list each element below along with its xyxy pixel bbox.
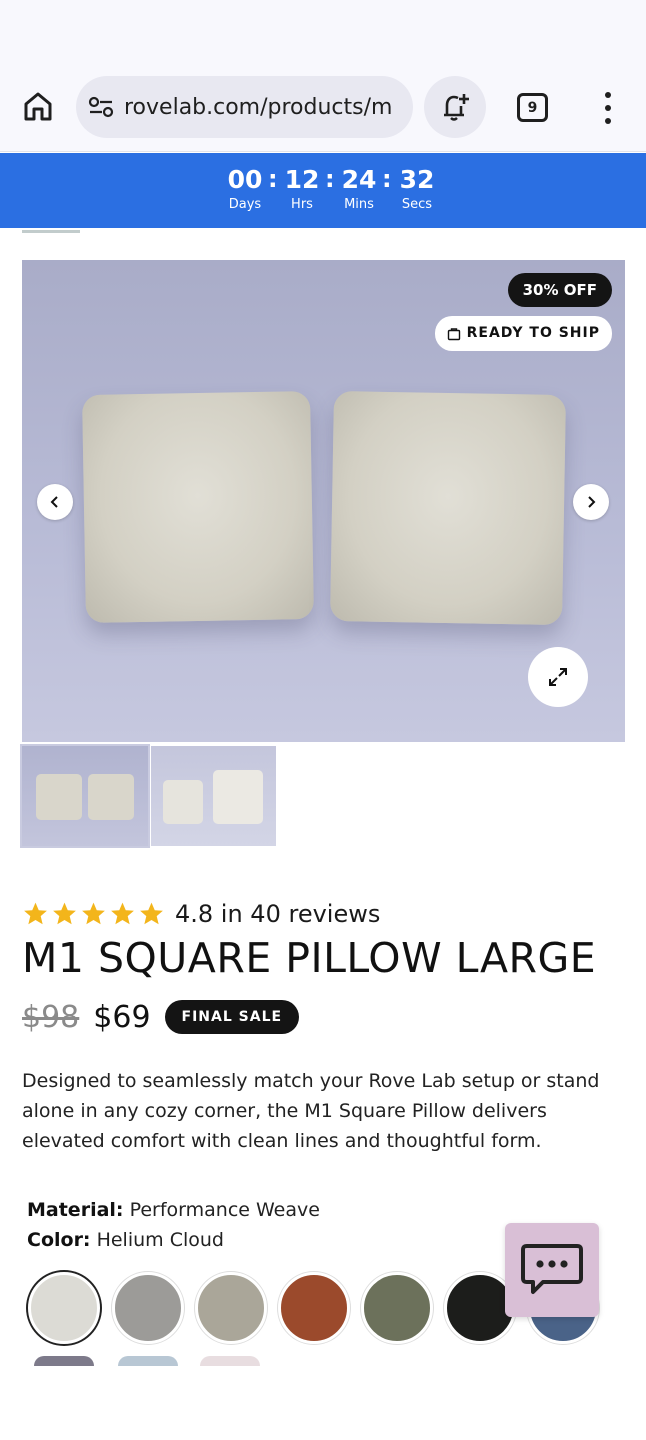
status-bar — [0, 0, 646, 60]
sale-price: $69 — [93, 999, 151, 1035]
browser-toolbar: rovelab.com/products/m 9 — [0, 60, 646, 152]
color-value: Helium Cloud — [96, 1229, 224, 1251]
product-main-image[interactable]: 30% OFF READY TO SHIP — [22, 260, 625, 742]
more-vert-icon[interactable] — [598, 92, 618, 124]
url-text[interactable]: rovelab.com/products/m — [124, 95, 392, 120]
expand-image-button[interactable] — [528, 647, 588, 707]
home-icon — [24, 92, 52, 121]
discount-badge: 30% OFF — [507, 273, 612, 307]
countdown-banner: 00 Days : 12 Hrs : 24 Mins : 32 Secs — [0, 153, 646, 228]
star-icon — [82, 902, 105, 925]
thumbnail-2[interactable] — [151, 746, 276, 846]
swatch-3[interactable] — [195, 1272, 267, 1344]
previous-image-button[interactable] — [37, 484, 73, 520]
countdown-hours: 12 Hrs — [284, 165, 320, 212]
star-icon — [53, 902, 76, 925]
material-row: Material: Performance Weave — [27, 1196, 320, 1224]
breadcrumb[interactable] — [22, 230, 80, 233]
final-sale-badge: FINAL SALE — [164, 1000, 300, 1034]
chevron-right-icon — [588, 496, 596, 508]
product-description: Designed to seamlessly match your Rove L… — [22, 1070, 600, 1152]
star-rating — [22, 901, 165, 927]
rating-summary[interactable]: 4.8 in 40 reviews — [22, 898, 380, 930]
star-icon — [111, 902, 134, 925]
tab-count: 9 — [527, 99, 538, 116]
swatch-8[interactable] — [34, 1356, 94, 1366]
ready-to-ship-badge: READY TO SHIP — [434, 316, 612, 351]
next-image-button[interactable] — [573, 484, 609, 520]
countdown-days: 00 Days — [227, 165, 263, 212]
pillow-image-left — [82, 391, 314, 623]
star-icon — [24, 902, 47, 925]
home-button[interactable] — [20, 88, 56, 124]
price-row: $98 $69 FINAL SALE — [22, 996, 300, 1038]
swatch-9[interactable] — [118, 1356, 178, 1366]
chat-button[interactable] — [505, 1223, 599, 1317]
product-title: M1 SQUARE PILLOW LARGE — [22, 934, 597, 982]
swatch-10[interactable] — [200, 1356, 260, 1366]
expand-icon — [549, 668, 567, 686]
color-label: Color: — [27, 1229, 91, 1251]
swatch-2[interactable] — [112, 1272, 184, 1344]
pillow-image-right — [330, 390, 566, 626]
swatch-4[interactable] — [278, 1272, 350, 1344]
countdown-mins: 24 Mins — [341, 165, 377, 212]
ready-to-ship-label: READY TO SHIP — [466, 325, 600, 341]
star-icon — [140, 902, 163, 925]
address-bar[interactable]: rovelab.com/products/m — [76, 76, 413, 138]
rating-text[interactable]: 4.8 in 40 reviews — [175, 900, 380, 928]
chat-icon — [521, 1244, 583, 1294]
swatch-helium-cloud[interactable] — [28, 1272, 100, 1344]
site-settings-icon — [88, 96, 114, 118]
bag-icon — [447, 327, 460, 340]
original-price: $98 — [22, 999, 80, 1035]
add-notification-button[interactable] — [424, 76, 486, 138]
swatch-5[interactable] — [361, 1272, 433, 1344]
chevron-left-icon — [50, 496, 58, 508]
thumbnail-1[interactable] — [20, 744, 150, 848]
countdown-secs: 32 Secs — [399, 165, 435, 212]
bell-plus-icon — [444, 94, 469, 121]
color-row: Color: Helium Cloud — [27, 1226, 224, 1254]
material-label: Material: — [27, 1199, 124, 1221]
material-value: Performance Weave — [129, 1199, 320, 1221]
tab-switcher-button[interactable]: 9 — [517, 93, 548, 122]
